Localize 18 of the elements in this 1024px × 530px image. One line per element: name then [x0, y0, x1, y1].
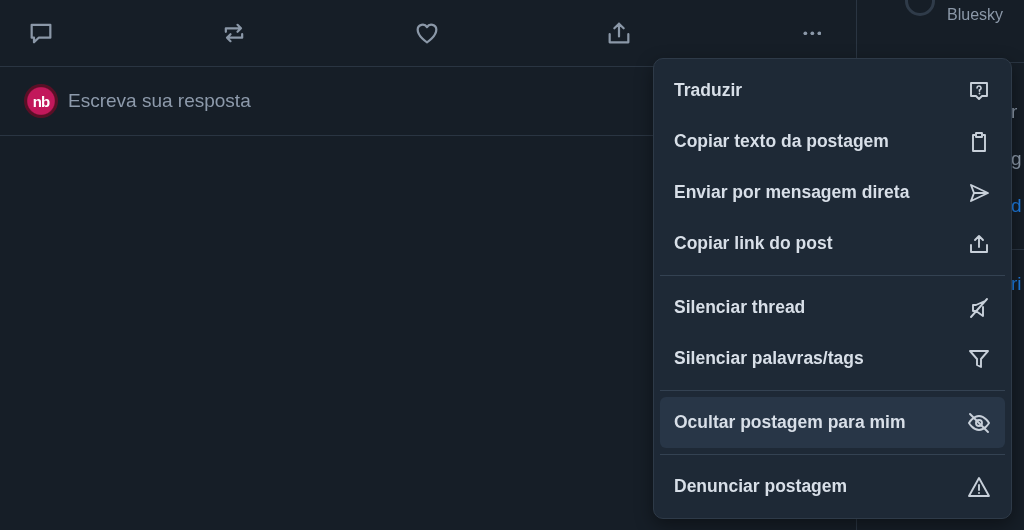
menu-item[interactable]: Silenciar palavras/tags: [660, 333, 1005, 384]
menu-item[interactable]: Denunciar postagem: [660, 461, 1005, 512]
link-fragment[interactable]: d: [1011, 182, 1024, 229]
eye-slash-icon: [967, 410, 991, 435]
account-subtitle: Bluesky: [947, 6, 1004, 24]
more-icon: [802, 30, 822, 36]
muted-speaker-icon: [967, 295, 991, 320]
warning-icon: [967, 474, 991, 499]
text-fragment: g: [1011, 147, 1023, 171]
avatar: nb: [24, 84, 58, 118]
menu-item[interactable]: Ocultar postagem para mim: [660, 397, 1005, 448]
reply-field[interactable]: Escreva sua resposta: [68, 90, 468, 112]
menu-item[interactable]: Copiar link do post: [660, 218, 1005, 269]
menu-item[interactable]: Copiar texto da postagem: [660, 116, 1005, 167]
menu-item[interactable]: Traduzir: [660, 65, 1005, 116]
text-fragment: r: [1011, 100, 1019, 124]
menu-item[interactable]: Enviar por mensagem direta: [660, 167, 1005, 218]
menu-item[interactable]: Silenciar thread: [660, 282, 1005, 333]
